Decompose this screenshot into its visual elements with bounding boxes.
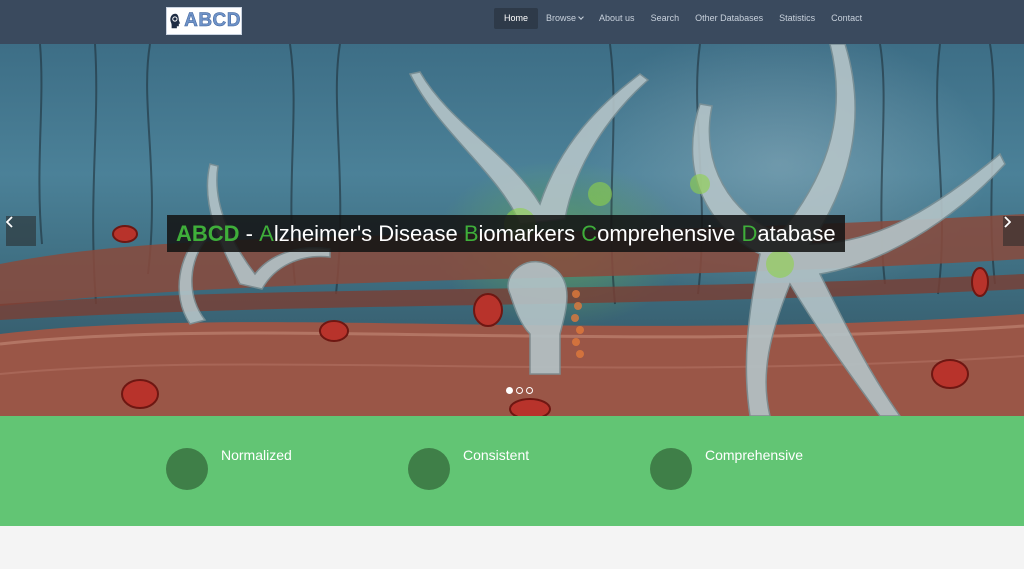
- nav-browse-label: Browse: [546, 13, 577, 23]
- feature-circle-icon: [408, 448, 450, 490]
- feature-circle-icon: [650, 448, 692, 490]
- nav-search-label: Search: [650, 13, 680, 23]
- hero-title-part: D: [741, 220, 758, 246]
- chevron-left-icon: [6, 216, 13, 228]
- nav-home[interactable]: Home: [494, 8, 539, 29]
- carousel-dot[interactable]: [516, 387, 523, 394]
- feature-label: Consistent: [463, 447, 530, 463]
- carousel-dot[interactable]: [526, 387, 533, 394]
- carousel-prev-button[interactable]: [6, 216, 36, 246]
- feature-label: Normalized: [221, 447, 292, 463]
- hero-title-part: B: [463, 220, 479, 246]
- nav-home-label: Home: [504, 13, 529, 23]
- carousel-next-button[interactable]: [1003, 216, 1024, 246]
- page-content-area: [0, 526, 1024, 569]
- nav-statistics-label: Statistics: [779, 13, 816, 23]
- nav-search[interactable]: Search: [643, 8, 688, 29]
- nav-contact[interactable]: Contact: [823, 8, 870, 29]
- main-nav: Home Browse About us Search Other Databa…: [494, 8, 870, 29]
- nav-contact-label: Contact: [831, 13, 863, 23]
- hero-title-part: -: [239, 220, 260, 246]
- nav-other-databases[interactable]: Other Databases: [687, 8, 771, 29]
- hero-title-part: C: [581, 220, 598, 246]
- hero-title-part: iomarkers: [478, 220, 582, 246]
- logo-text: ABCD: [184, 10, 241, 32]
- hero-title-part: atabase: [757, 220, 836, 246]
- hero-title-part: lzheimer's Disease: [273, 220, 464, 246]
- nav-about-label: About us: [599, 13, 635, 23]
- hero-title-part: omprehensive: [597, 220, 742, 246]
- features-band: Normalized Consistent Comprehensive: [0, 416, 1024, 526]
- carousel-dot[interactable]: [506, 387, 513, 394]
- feature-circle-icon: [166, 448, 208, 490]
- hero-title: ABCD - Alzheimer's Disease Biomarkers Co…: [167, 215, 845, 252]
- carousel-indicators: [506, 387, 533, 394]
- navbar: ABCD Home Browse About us Search Other D…: [0, 0, 1024, 44]
- hero-title-part: ABCD: [176, 220, 240, 246]
- hero-title-part: A: [259, 220, 274, 246]
- nav-browse[interactable]: Browse: [538, 8, 591, 29]
- feature-label: Comprehensive: [705, 447, 804, 463]
- hero-carousel: ABCD - Alzheimer's Disease Biomarkers Co…: [0, 44, 1024, 416]
- nav-statistics[interactable]: Statistics: [771, 8, 823, 29]
- nav-about-us[interactable]: About us: [591, 8, 643, 29]
- chevron-down-icon: [578, 14, 584, 20]
- nav-other-databases-label: Other Databases: [695, 13, 764, 23]
- site-logo[interactable]: ABCD: [166, 7, 242, 35]
- brain-head-logo-icon: [170, 13, 181, 29]
- chevron-right-icon: [1004, 216, 1011, 228]
